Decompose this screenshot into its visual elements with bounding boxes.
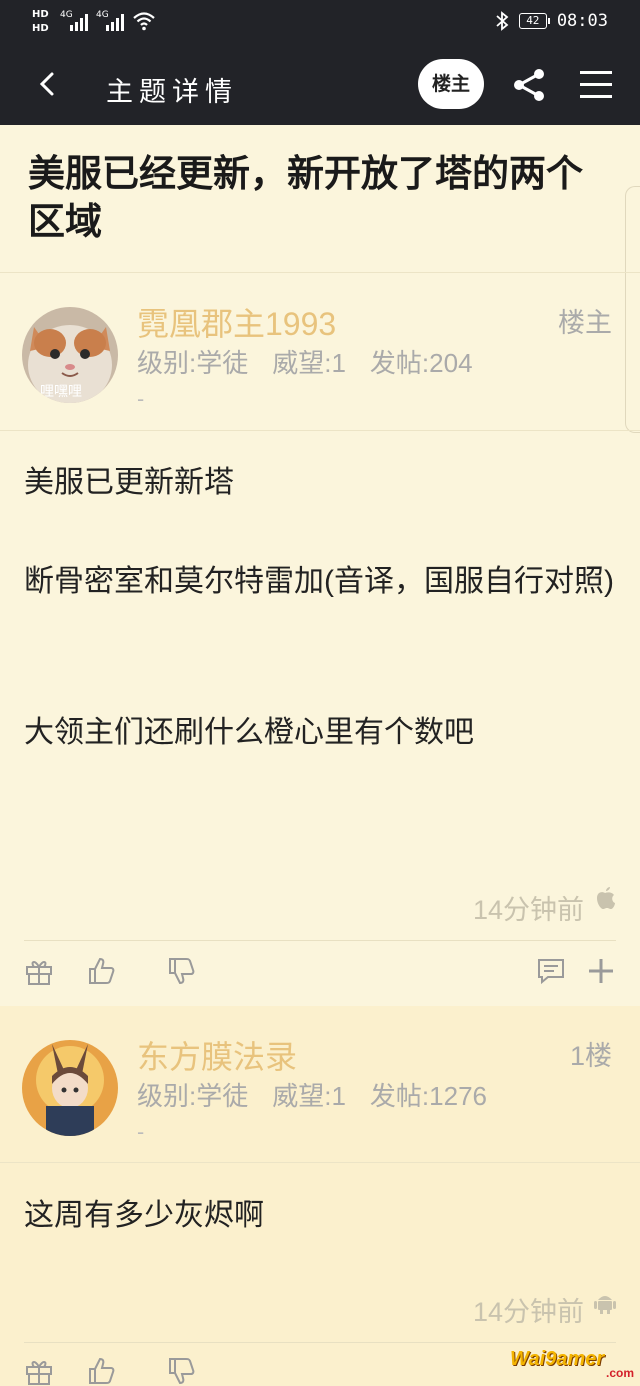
- signal-icon-1: [70, 12, 90, 31]
- anime-avatar-image: [22, 1040, 118, 1136]
- content-line: 美服已更新新塔: [24, 466, 234, 499]
- watermark-logo: Wai9amer .com: [510, 1346, 634, 1380]
- dislike-icon[interactable]: [166, 956, 196, 986]
- avatar[interactable]: [22, 1040, 118, 1136]
- author-name[interactable]: 霓凰郡主1993: [137, 299, 336, 345]
- floor-label: 1楼: [569, 1041, 612, 1071]
- bluetooth-icon: [496, 11, 509, 31]
- hd-icon: HD: [32, 9, 49, 20]
- back-arrow-icon[interactable]: [30, 66, 66, 102]
- content-line: 这周有多少灰烬啊: [24, 1199, 264, 1232]
- reply-author-block: 东方膜法录 级别:学徒 威望:1 发帖:1276 - 1楼: [0, 1006, 640, 1166]
- clock: 08:03: [556, 11, 608, 31]
- watermark-domain: .com: [605, 1366, 634, 1380]
- post-title: 美服已经更新，新开放了塔的两个区域: [28, 153, 583, 242]
- post-time: 14分钟前: [472, 895, 584, 925]
- nav-bar: 主题详情 楼主: [0, 46, 640, 125]
- gift-icon[interactable]: [24, 1356, 54, 1386]
- content-line: 断骨密室和莫尔特雷加(音译，国服自行对照): [24, 565, 614, 598]
- avatar-caption: 哩嘿哩: [40, 384, 82, 400]
- author-post-count: 发帖:204: [369, 348, 473, 378]
- reply-content: 这周有多少灰烬啊: [24, 1194, 614, 1237]
- hd-icon-2: HD: [32, 23, 49, 34]
- divider: [0, 1162, 640, 1163]
- author-stats: 级别:学徒 威望:1 发帖:1276: [137, 1076, 487, 1113]
- battery-indicator: 42: [518, 13, 550, 29]
- post-content: 美服已更新新塔 断骨密室和莫尔特雷加(音译，国服自行对照) 大领主们还刷什么橙心…: [24, 461, 614, 754]
- dislike-icon[interactable]: [166, 1356, 196, 1386]
- avatar[interactable]: 哩嘿哩: [22, 307, 118, 403]
- reply-time: 14分钟前: [472, 1297, 584, 1327]
- add-icon[interactable]: [586, 956, 616, 986]
- author-post-count: 发帖:1276: [369, 1081, 487, 1111]
- author-dash: -: [137, 1120, 145, 1144]
- floor-label: 楼主: [558, 308, 612, 338]
- comment-icon[interactable]: [536, 956, 566, 986]
- content-line: 大领主们还刷什么橙心里有个数吧: [24, 716, 474, 749]
- author-level: 级别:学徒: [137, 348, 249, 378]
- author-prestige: 威望:1: [272, 348, 346, 378]
- page-title: 主题详情: [106, 77, 238, 108]
- wifi-icon: [133, 12, 155, 31]
- actions-divider: [24, 940, 616, 941]
- like-icon[interactable]: [86, 1356, 116, 1386]
- op-author-block: 哩嘿哩 霓凰郡主1993 级别:学徒 威望:1 发帖:204 - 楼主: [0, 273, 640, 433]
- author-level: 级别:学徒: [137, 1081, 249, 1111]
- status-bar: HD HD 4G 4G 42 08:03: [0, 0, 640, 46]
- status-left: HD HD: [32, 8, 49, 36]
- watermark-brand: Wai9amer: [510, 1348, 605, 1370]
- status-right: 42 08:03: [495, 11, 608, 31]
- author-prestige: 威望:1: [272, 1081, 346, 1111]
- apple-icon: [597, 887, 615, 909]
- android-icon: [594, 1296, 616, 1314]
- only-op-button[interactable]: 楼主: [418, 59, 484, 109]
- author-dash: -: [137, 387, 145, 411]
- like-icon[interactable]: [86, 956, 116, 986]
- share-icon[interactable]: [510, 66, 548, 104]
- menu-icon[interactable]: [578, 68, 614, 102]
- signal-icon-2: [106, 12, 126, 31]
- actions-divider: [24, 1342, 616, 1343]
- author-stats: 级别:学徒 威望:1 发帖:204: [137, 343, 473, 380]
- divider: [0, 430, 640, 431]
- author-name[interactable]: 东方膜法录: [137, 1032, 297, 1078]
- gift-icon[interactable]: [24, 956, 54, 986]
